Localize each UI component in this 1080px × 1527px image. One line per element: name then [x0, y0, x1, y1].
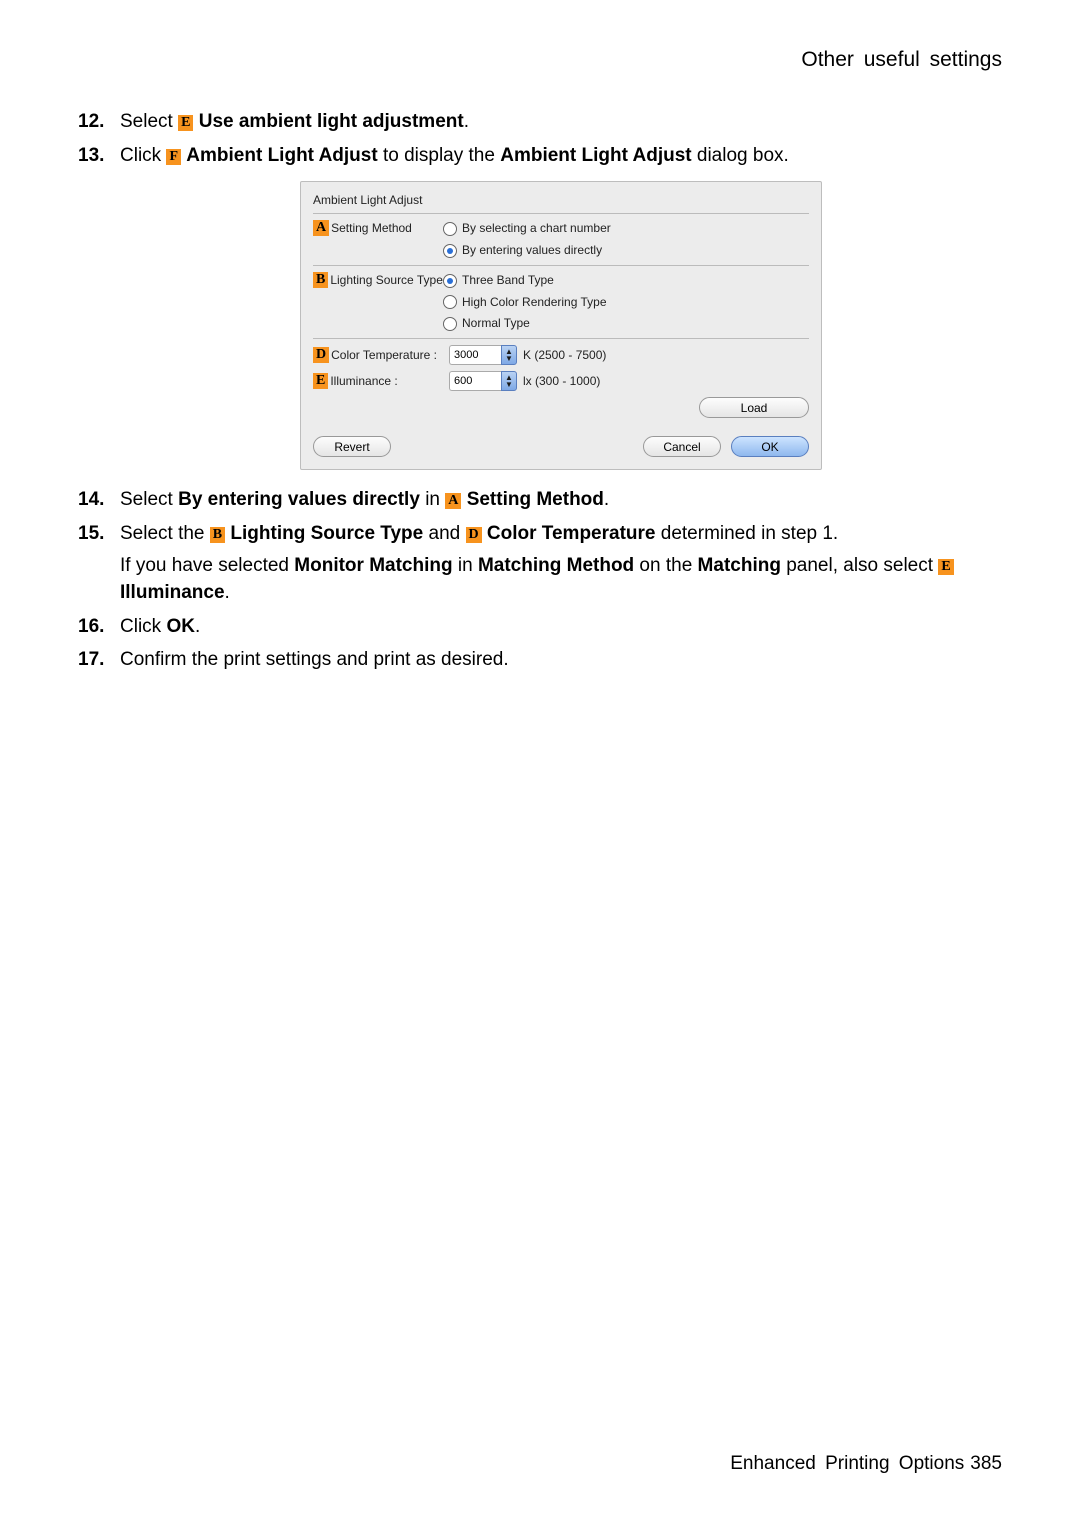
step-number: 16. — [78, 613, 104, 641]
color-temperature-stepper[interactable]: ▲▼ — [449, 345, 517, 365]
step-text: Click F Ambient Light Adjust to display … — [120, 145, 789, 166]
revert-button[interactable]: Revert — [313, 436, 391, 457]
step-text: Select By entering values directly in A … — [120, 489, 609, 510]
bold-text: Color Temperature — [487, 523, 656, 544]
radio-label: By selecting a chart number — [462, 220, 611, 237]
setting-method-label: Setting Method — [331, 220, 412, 237]
step-16: 16. Click OK. — [78, 613, 1002, 641]
callout-B: B — [210, 527, 225, 543]
radio-icon[interactable] — [443, 274, 457, 288]
radio-option[interactable]: Normal Type — [443, 315, 809, 332]
callout-D: D — [313, 347, 329, 363]
bold-text: Lighting Source Type — [230, 523, 423, 544]
radio-icon[interactable] — [443, 295, 457, 309]
bold-text: Matching Method — [478, 555, 634, 576]
divider — [313, 213, 809, 214]
step-14: 14. Select By entering values directly in… — [78, 486, 1002, 514]
radio-label: High Color Rendering Type — [462, 294, 607, 311]
cancel-button[interactable]: Cancel — [643, 436, 721, 457]
bold-text: Ambient Light Adjust — [500, 145, 691, 166]
step-number: 14. — [78, 486, 104, 514]
step-text: Select E Use ambient light adjustment. — [120, 111, 469, 132]
illuminance-range: lx (300 - 1000) — [523, 373, 600, 390]
step-number: 15. — [78, 520, 104, 548]
dialog-screenshot: Ambient Light Adjust A Setting Method By… — [300, 181, 822, 470]
radio-option[interactable]: By entering values directly — [443, 242, 809, 259]
step-17: 17. Confirm the print settings and print … — [78, 646, 1002, 674]
callout-E: E — [938, 559, 953, 575]
callout-A: A — [445, 493, 461, 509]
page-section-header: Other useful settings — [78, 48, 1002, 72]
stepper-icon[interactable]: ▲▼ — [501, 371, 517, 391]
divider — [313, 338, 809, 339]
dialog-title: Ambient Light Adjust — [313, 192, 809, 209]
color-temperature-label: Color Temperature : — [331, 347, 437, 364]
bold-text: Use ambient light adjustment — [199, 111, 464, 132]
step-number: 17. — [78, 646, 104, 674]
callout-E: E — [313, 373, 328, 389]
bold-text: Matching — [698, 555, 781, 576]
radio-label: Three Band Type — [462, 272, 554, 289]
stepper-icon[interactable]: ▲▼ — [501, 345, 517, 365]
step-12: 12. Select E Use ambient light adjustment… — [78, 108, 1002, 136]
illuminance-row: E Illuminance : ▲▼ lx (300 - 1000) — [313, 371, 809, 391]
illuminance-input[interactable] — [449, 371, 501, 391]
color-temperature-range: K (2500 - 7500) — [523, 347, 606, 364]
radio-icon[interactable] — [443, 222, 457, 236]
step-text: Confirm the print settings and print as … — [120, 649, 509, 670]
bold-text: OK — [166, 616, 195, 637]
step-number: 13. — [78, 142, 104, 170]
ok-button[interactable]: OK — [731, 436, 809, 457]
step-number: 12. — [78, 108, 104, 136]
callout-F: F — [166, 149, 181, 165]
lighting-source-type-section: B Lighting Source Type Three Band Type Hi… — [313, 270, 809, 336]
radio-option[interactable]: By selecting a chart number — [443, 220, 809, 237]
radio-label: By entering values directly — [462, 242, 602, 259]
divider — [313, 265, 809, 266]
callout-D: D — [466, 527, 482, 543]
callout-A: A — [313, 220, 329, 236]
step-text: Select the B Lighting Source Type and D … — [120, 523, 838, 544]
bold-text: Illuminance — [120, 582, 225, 603]
footer-chapter: Enhanced Printing Options — [730, 1453, 964, 1474]
instruction-list: 12. Select E Use ambient light adjustment… — [78, 108, 1002, 674]
bold-text: By entering values directly — [178, 489, 420, 510]
color-temperature-input[interactable] — [449, 345, 501, 365]
step-text: Click OK. — [120, 616, 200, 637]
step-13: 13. Click F Ambient Light Adjust to displ… — [78, 142, 1002, 471]
illuminance-stepper[interactable]: ▲▼ — [449, 371, 517, 391]
page-number: 385 — [970, 1453, 1002, 1474]
bold-text: Monitor Matching — [294, 555, 452, 576]
load-button[interactable]: Load — [699, 397, 809, 418]
callout-B: B — [313, 272, 328, 288]
setting-method-section: A Setting Method By selecting a chart nu… — [313, 218, 809, 263]
callout-E: E — [178, 115, 193, 131]
color-temperature-row: D Color Temperature : ▲▼ K (2500 - 7500) — [313, 345, 809, 365]
radio-option[interactable]: High Color Rendering Type — [443, 294, 809, 311]
ambient-light-adjust-dialog: Ambient Light Adjust A Setting Method By… — [300, 181, 822, 470]
radio-option[interactable]: Three Band Type — [443, 272, 809, 289]
step-text-cont: If you have selected Monitor Matching in… — [120, 552, 1002, 607]
bold-text: Ambient Light Adjust — [186, 145, 377, 166]
radio-label: Normal Type — [462, 315, 530, 332]
lighting-source-type-label: Lighting Source Type — [330, 272, 443, 289]
radio-icon[interactable] — [443, 317, 457, 331]
illuminance-label: Illuminance : — [330, 373, 397, 390]
bold-text: Setting Method — [467, 489, 604, 510]
radio-icon[interactable] — [443, 244, 457, 258]
page-footer: Enhanced Printing Options 385 — [730, 1453, 1002, 1475]
step-15: 15. Select the B Lighting Source Type and… — [78, 520, 1002, 607]
